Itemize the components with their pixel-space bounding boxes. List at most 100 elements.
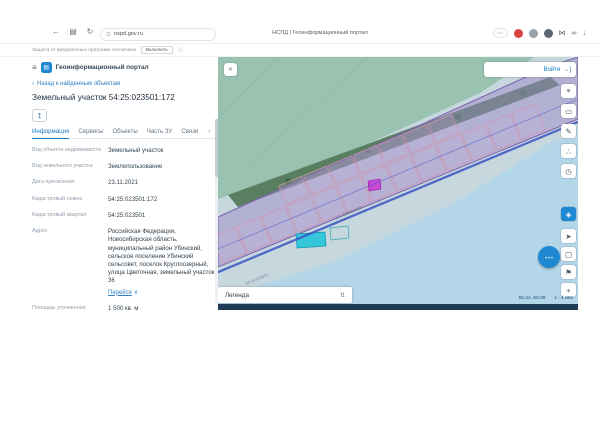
tool-history-button[interactable]: ◷ xyxy=(561,164,576,178)
tool-marker-button[interactable]: ⚑ xyxy=(561,265,576,279)
layers-icon: ◈ xyxy=(565,209,572,219)
marker-icon: ⚑ xyxy=(565,267,572,277)
tab-services[interactable]: Сервисы xyxy=(78,128,103,135)
url-text: nspd.gov.ru xyxy=(114,31,143,37)
map-canvas[interactable]: ул. Цветочная 54:25:023501 « Войти →] ⌖ … xyxy=(218,57,578,304)
browser-actions: ⋯ ⋈ ∞ ↓ xyxy=(492,28,587,38)
coordinates-readout: 55.44, 80.09 xyxy=(518,296,546,301)
tool-locate-button[interactable]: ➤ xyxy=(561,229,576,243)
tab-information[interactable]: Информация xyxy=(32,128,70,139)
parcel-title: Земельный участок 54:25:023501:172 xyxy=(32,93,175,102)
map-search-bar[interactable]: Войти →] xyxy=(484,62,576,77)
cadastral-map: ул. Цветочная 54:25:023501 xyxy=(218,57,578,304)
history-icon: ◷ xyxy=(565,166,572,176)
portal-logo-icon[interactable]: ▤ xyxy=(40,62,52,73)
caret-down-icon: ∨ xyxy=(133,289,139,296)
tool-draw-button[interactable]: ✎ xyxy=(561,124,576,138)
protect-message: Защита от вредоносных программ отключена xyxy=(32,47,136,53)
tabs-panel-icon[interactable]: ▤ xyxy=(67,27,79,36)
support-chat-fab[interactable]: ⋯ xyxy=(538,246,560,268)
address-goto-link[interactable]: Перейти ∨ xyxy=(108,289,218,297)
field-value: 54:25:023501:172 xyxy=(108,195,158,203)
pin-icon: ⌖ xyxy=(566,86,571,95)
protect-enable-button[interactable]: Включить xyxy=(140,46,173,54)
share-map-icon: ∴ xyxy=(566,146,571,156)
scale-readout: 1 : 4 000 xyxy=(554,296,573,301)
field-value: 23.11.2021 xyxy=(108,179,139,187)
field-row: Кадастровый квартал 54:25:023501 xyxy=(32,212,218,220)
tab-relations[interactable]: Связи xyxy=(181,128,198,135)
field-row: Вид земельного участка Землепользование xyxy=(32,163,218,171)
screenshot-root: ← ▤ ↻ ⊙ nspd.gov.ru НСПД | Геоинформацио… xyxy=(0,0,600,424)
panel-tabs: Информация Сервисы Объекты Часть ЗУ Связ… xyxy=(32,128,218,139)
field-label: Дата присвоения xyxy=(32,179,75,186)
extent-icon: ▢ xyxy=(564,249,573,259)
address-text: Российская Федерация, Новосибирская обла… xyxy=(108,228,215,285)
legend-toggle-icon: ⇅ xyxy=(339,292,345,299)
profile-icon[interactable] xyxy=(543,28,553,38)
share-button[interactable]: ↥ xyxy=(32,109,47,122)
tool-extent-button[interactable]: ▢ xyxy=(561,247,576,261)
field-value: 54:25:023501 xyxy=(108,211,146,219)
field-value: 1 500 кв. м xyxy=(108,304,139,310)
avatar-icon[interactable] xyxy=(528,28,538,38)
browser-toolbar: ← ▤ ↻ ⊙ nspd.gov.ru НСПД | Геоинформацио… xyxy=(0,24,600,44)
object-info-panel: ≡ ▤ Геоинформационный портал ‹ Назад к н… xyxy=(28,57,218,310)
protect-bar: Защита от вредоносных программ отключена… xyxy=(0,44,600,57)
tab-objects[interactable]: Объекты xyxy=(113,128,138,135)
zoom-in-button[interactable]: + xyxy=(561,283,576,297)
field-row: Дата присвоения 23.11.2021 xyxy=(32,179,218,187)
tab-title: НСПД | Геоинформационный портал xyxy=(272,30,368,36)
field-value: Землепользование xyxy=(108,163,163,171)
portal-title: Геоинформационный портал xyxy=(55,64,149,71)
tab-parcel-part[interactable]: Часть ЗУ xyxy=(147,128,173,135)
extension-icon[interactable] xyxy=(513,28,523,38)
map-bottom-bar xyxy=(218,304,578,310)
reload-icon[interactable]: ↻ xyxy=(84,27,96,36)
locate-icon: ➤ xyxy=(565,231,572,241)
chat-icon: ⋯ xyxy=(544,251,554,262)
field-label: Вид земельного участка xyxy=(32,163,93,170)
field-label: Площадь уточненная xyxy=(32,304,86,310)
back-to-results-link[interactable]: ‹ Назад к найденным объектам xyxy=(32,81,218,87)
address-bar[interactable]: ⊙ nspd.gov.ru xyxy=(100,27,216,41)
tool-share-button[interactable]: ∴ xyxy=(561,144,576,158)
collapse-icon: « xyxy=(228,66,233,73)
field-label: Вид объекта недвижимости xyxy=(32,147,102,153)
site-info-icon[interactable]: ⊙ xyxy=(106,31,111,38)
tabs-scroll-icon[interactable]: › xyxy=(208,128,210,135)
attribute-list: Вид объекта недвижимости Земельный участ… xyxy=(32,147,218,310)
tool-pin-button[interactable]: ⌖ xyxy=(561,84,576,98)
field-row: Площадь уточненная 1 500 кв. м xyxy=(32,305,218,310)
draw-icon: ✎ xyxy=(565,126,572,136)
overflow-menu-icon[interactable]: ⋯ xyxy=(492,28,508,38)
download-icon[interactable]: ↓ xyxy=(583,30,587,37)
info-icon[interactable]: ⓘ xyxy=(178,46,184,54)
tool-measure-button[interactable]: ▭ xyxy=(561,104,576,118)
field-row: Кадастровый номер 54:25:023501:172 xyxy=(32,196,218,204)
field-value-address: Российская Федерация, Новосибирская обла… xyxy=(108,228,218,297)
legend-label: Легенда xyxy=(225,291,249,299)
back-link-label: Назад к найденным объектам xyxy=(37,81,121,87)
login-icon: →] xyxy=(563,66,571,73)
hamburger-menu-icon[interactable]: ≡ xyxy=(32,63,37,72)
login-button[interactable]: Войти xyxy=(544,67,561,73)
goto-link-label: Перейти xyxy=(108,289,132,296)
incognito-icon[interactable]: ∞ xyxy=(572,30,577,37)
field-label: Кадастровый номер xyxy=(32,195,83,202)
plus-icon: + xyxy=(566,285,571,295)
bowtie-icon[interactable]: ⋈ xyxy=(559,29,566,37)
legend-dropdown[interactable]: Легенда ⇅ xyxy=(218,287,352,303)
field-label: Адрес xyxy=(32,228,48,235)
field-row: Вид объекта недвижимости Земельный участ… xyxy=(32,147,218,155)
tool-layers-button-active[interactable]: ◈ xyxy=(561,207,576,221)
field-value: Земельный участок xyxy=(108,147,164,154)
map-status: 55.44, 80.09 1 : 4 000 xyxy=(519,296,573,301)
share-icon: ↥ xyxy=(36,112,43,120)
collapse-panel-button[interactable]: « xyxy=(224,63,237,76)
ruler-icon: ▭ xyxy=(564,106,573,116)
portal-header: ≡ ▤ Геоинформационный портал xyxy=(32,62,218,73)
field-label: Кадастровый квартал xyxy=(32,211,87,218)
field-row-address: Адрес Российская Федерация, Новосибирска… xyxy=(32,228,218,297)
back-icon[interactable]: ← xyxy=(50,27,62,36)
